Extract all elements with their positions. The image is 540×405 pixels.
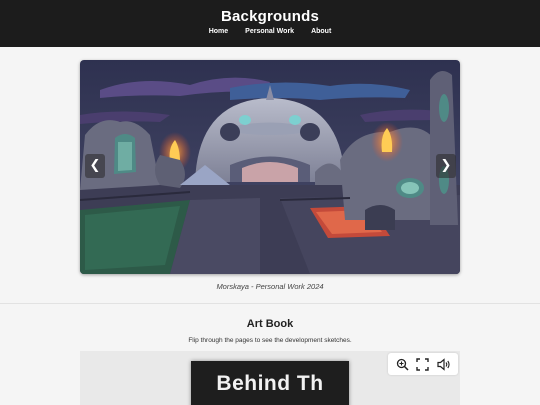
main-nav: Home Personal Work About [0, 28, 540, 35]
art-book-subtitle: Flip through the pages to see the develo… [188, 337, 352, 344]
site-title: Backgrounds [220, 8, 320, 25]
carousel-next-button[interactable]: ❯ [436, 154, 456, 178]
carousel-caption: Morskaya - Personal Work 2024 [216, 282, 324, 291]
site-header: Backgrounds Home Personal Work About [0, 0, 540, 47]
nav-about-link[interactable]: About [311, 28, 331, 35]
carousel-prev-button[interactable]: ❮ [85, 154, 105, 178]
sound-icon[interactable] [437, 357, 451, 371]
nav-personal-work-link[interactable]: Personal Work [245, 28, 294, 35]
flipbook-toolbar [388, 353, 458, 375]
image-carousel [80, 60, 460, 274]
book-cover-title: Behind Th [216, 372, 324, 395]
nav-home-link[interactable]: Home [209, 28, 228, 35]
zoom-in-icon[interactable] [395, 357, 409, 371]
art-book-title: Art Book [246, 318, 294, 330]
carousel-slide-image [80, 60, 460, 274]
book-cover[interactable]: Behind Th [191, 361, 349, 405]
fullscreen-icon[interactable] [416, 357, 430, 371]
section-divider [0, 303, 540, 304]
